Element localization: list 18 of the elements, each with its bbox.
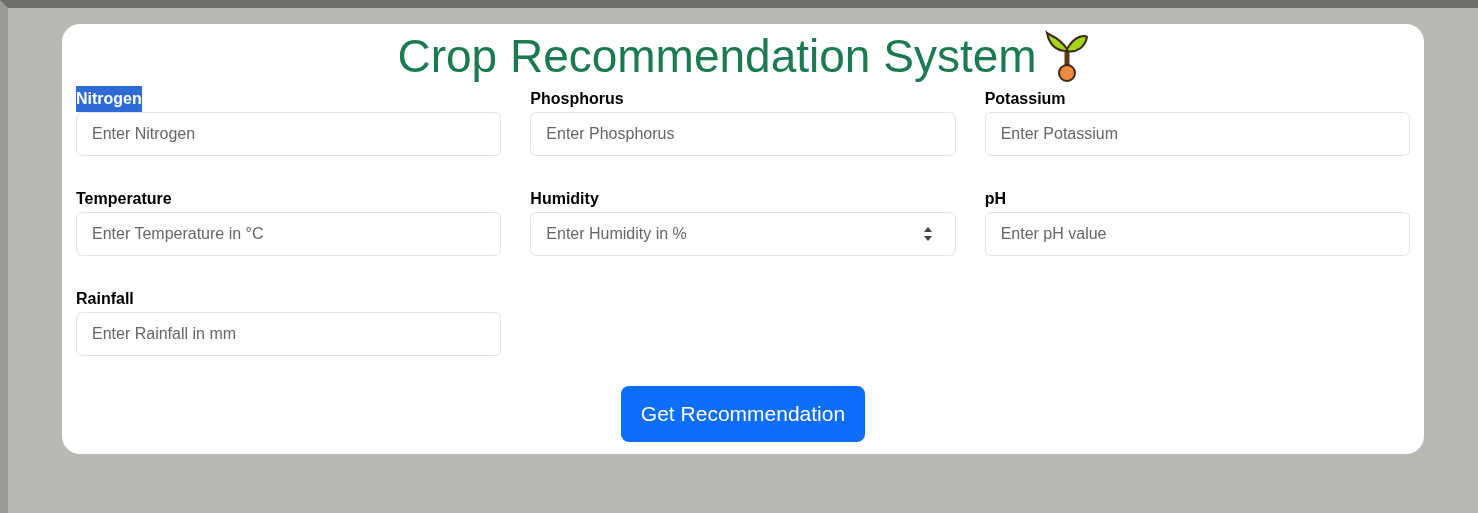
- input-field[interactable]: Enter Rainfall in mm: [76, 312, 502, 356]
- spinner-icon[interactable]: [923, 226, 932, 242]
- input-field[interactable]: Enter Humidity in %: [530, 212, 956, 256]
- field-label: Rainfall: [76, 289, 134, 309]
- input-field[interactable]: Enter Nitrogen: [76, 112, 502, 156]
- sprout-icon: [1044, 29, 1089, 83]
- field-label: Nitrogen: [76, 86, 142, 112]
- field-label: Temperature: [76, 189, 172, 209]
- field-label: Phosphorus: [530, 89, 624, 109]
- page-title: Crop Recommendation System: [397, 29, 1037, 84]
- field-label: Humidity: [530, 189, 599, 209]
- input-field[interactable]: Enter Potassium: [984, 112, 1410, 156]
- get-recommendation-button[interactable]: Get Recommendation: [620, 386, 866, 442]
- input-field[interactable]: Enter Phosphorus: [530, 112, 956, 156]
- field-label: pH: [984, 189, 1006, 209]
- input-field[interactable]: Enter Temperature in °C: [76, 212, 502, 256]
- field-label: Potassium: [984, 89, 1066, 109]
- input-field[interactable]: Enter pH value: [984, 212, 1410, 256]
